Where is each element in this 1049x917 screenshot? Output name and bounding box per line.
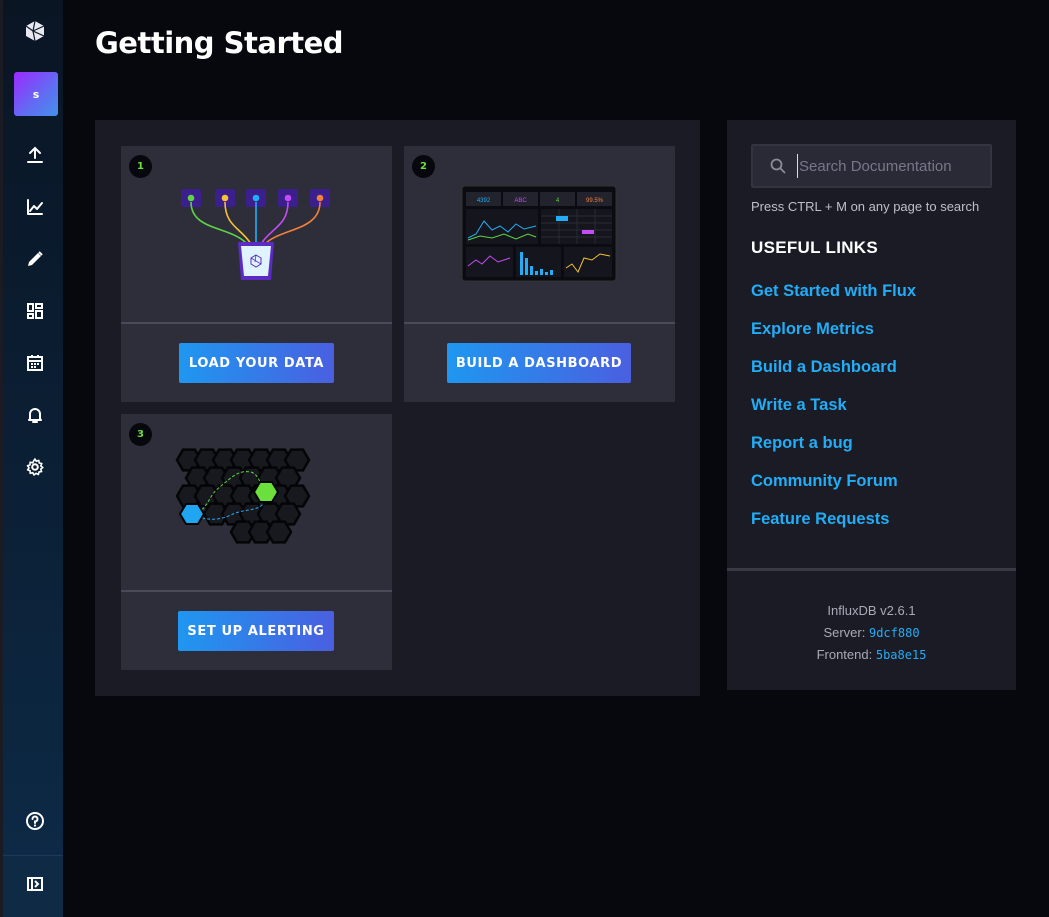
load-data-card: 1 LOAD YOUR DATA: [121, 146, 392, 402]
hexagon-cell: [265, 520, 293, 544]
stat-abc: ABC: [514, 198, 527, 204]
calendar-icon: [26, 355, 43, 371]
server-version-row: Server: 9dcf880: [727, 622, 1016, 645]
sidebar-nav: s: [0, 0, 63, 917]
frontend-label: Frontend:: [816, 647, 873, 662]
panel-divider: [727, 568, 1016, 571]
link-write-a-task[interactable]: Write a Task: [751, 395, 916, 433]
search-hint: Press CTRL + M on any page to search: [751, 199, 980, 214]
build-dashboard-card: 4392 ABC 4 99.5% 2 BUILD A DASHBOARD: [404, 146, 675, 402]
frontend-hash: 5ba8e15: [875, 648, 927, 662]
upload-icon: [26, 146, 43, 163]
stat-4392: 4392: [477, 198, 491, 204]
help-icon: [25, 812, 44, 830]
sidebar-item-alerts[interactable]: [3, 395, 66, 435]
sidebar-item-load-data[interactable]: [3, 135, 66, 175]
set-up-alerting-card: 3 SET UP ALERTING: [121, 414, 392, 670]
card-divider: [404, 322, 675, 324]
link-build-a-dashboard[interactable]: Build a Dashboard: [751, 357, 916, 395]
load-data-illustration: [121, 146, 392, 322]
frontend-version-row: Frontend: 5ba8e15: [727, 644, 1016, 667]
gear-icon: [26, 458, 44, 476]
step-number-badge: 2: [412, 155, 435, 178]
dashboards-icon: [26, 303, 43, 319]
org-initial: s: [32, 87, 40, 101]
link-community-forum[interactable]: Community Forum: [751, 471, 916, 509]
server-label: Server:: [823, 624, 866, 640]
sidebar-item-data-explorer[interactable]: [3, 187, 66, 227]
sidebar-item-tasks[interactable]: [3, 343, 66, 383]
dashboard-illustration: 4392 ABC 4 99.5%: [404, 146, 675, 322]
link-report-a-bug[interactable]: Report a bug: [751, 433, 916, 471]
card-divider: [121, 590, 392, 592]
set-up-alerting-button[interactable]: SET UP ALERTING: [178, 611, 334, 651]
build-a-dashboard-button[interactable]: BUILD A DASHBOARD: [447, 343, 631, 383]
getting-started-panel: 1 LOAD YOUR DATA 4392 ABC 4 99.5% 2 BUIL…: [95, 120, 700, 696]
useful-links-heading: USEFUL LINKS: [751, 238, 879, 257]
org-avatar[interactable]: s: [14, 72, 58, 116]
documentation-panel: Press CTRL + M on any page to search USE…: [727, 120, 1016, 690]
link-feature-requests[interactable]: Feature Requests: [751, 509, 916, 547]
load-your-data-button[interactable]: LOAD YOUR DATA: [179, 343, 334, 383]
link-get-started-with-flux[interactable]: Get Started with Flux: [751, 281, 916, 319]
influxdb-logo-icon[interactable]: [3, 8, 66, 54]
step-number-badge: 3: [129, 423, 152, 446]
sidebar-item-notebooks[interactable]: [3, 239, 66, 279]
graph-icon: [26, 199, 43, 215]
stat-995: 99.5%: [586, 198, 604, 204]
useful-links-list: Get Started with Flux Explore Metrics Bu…: [751, 281, 916, 547]
sidebar-item-settings[interactable]: [3, 447, 66, 487]
collapse-icon: [26, 877, 43, 891]
sidebar-item-help[interactable]: [3, 801, 66, 841]
pencil-icon: [27, 251, 43, 266]
page-title: Getting Started: [95, 26, 344, 60]
version-info: InfluxDB v2.6.1 Server: 9dcf880 Frontend…: [727, 600, 1016, 667]
sidebar-item-dashboards[interactable]: [3, 291, 66, 331]
server-hash: 9dcf880: [868, 625, 920, 640]
link-explore-metrics[interactable]: Explore Metrics: [751, 319, 916, 357]
search-icon: [770, 158, 786, 174]
alerting-illustration: [121, 414, 392, 590]
search-documentation-input[interactable]: [797, 154, 982, 178]
bell-icon: [27, 408, 42, 423]
card-divider: [121, 322, 392, 324]
step-number-badge: 1: [129, 155, 152, 178]
search-documentation-box[interactable]: [751, 144, 992, 188]
product-version: InfluxDB v2.6.1: [827, 603, 916, 618]
sidebar-collapse-button[interactable]: [3, 864, 66, 904]
